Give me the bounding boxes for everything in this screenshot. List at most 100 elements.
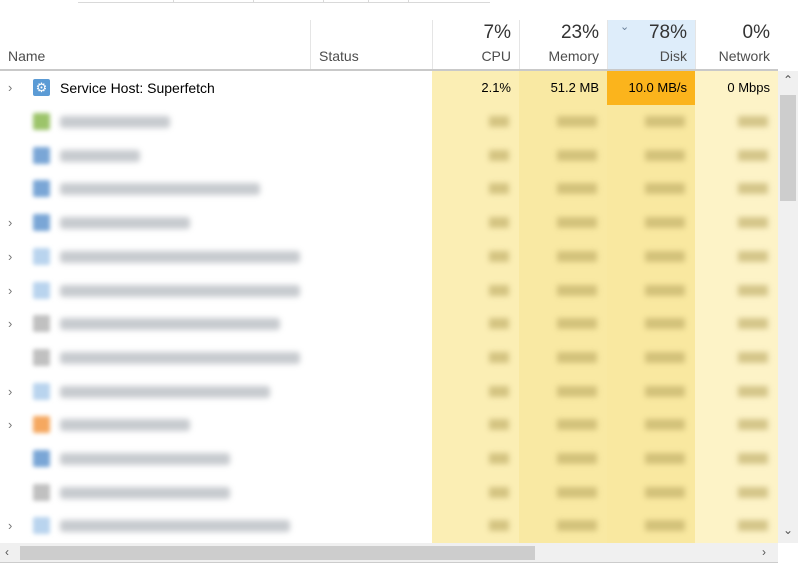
- value-cell-redacted: [432, 172, 519, 207]
- column-memory[interactable]: 23% Memory: [519, 20, 607, 69]
- value-cell-redacted: [695, 273, 778, 308]
- process-name-redacted: [60, 520, 290, 533]
- horizontal-scrollbar[interactable]: ‹ ›: [0, 543, 778, 563]
- cpu-percent: 7%: [483, 22, 511, 43]
- value-cell-redacted: [607, 239, 695, 274]
- value-cell-redacted: [519, 408, 607, 443]
- process-row[interactable]: ›: [0, 374, 778, 409]
- process-row[interactable]: ›: [0, 509, 778, 544]
- process-name-redacted: [60, 486, 230, 499]
- value-cell-redacted: [432, 138, 519, 173]
- process-row[interactable]: ›: [0, 408, 778, 443]
- disk-value: 10.0 MB/s: [607, 71, 695, 105]
- network-label: Network: [718, 48, 770, 64]
- value-cell-redacted: [607, 206, 695, 241]
- scroll-down-icon[interactable]: ⌄: [783, 523, 793, 537]
- value-cell-redacted: [695, 138, 778, 173]
- process-icon: [33, 382, 50, 400]
- value-cell-redacted: [695, 105, 778, 139]
- process-row[interactable]: ›: [0, 307, 778, 342]
- value-cell-redacted: [519, 509, 607, 544]
- value-cell-redacted: [607, 340, 695, 375]
- column-cpu[interactable]: 7% CPU: [432, 20, 519, 69]
- process-row[interactable]: [0, 340, 778, 375]
- process-name-redacted: [60, 385, 270, 398]
- vertical-scroll-thumb[interactable]: [780, 95, 796, 201]
- process-row[interactable]: ›: [0, 273, 778, 308]
- expand-chevron-icon[interactable]: ›: [8, 249, 12, 264]
- vertical-scrollbar[interactable]: ⌃ ⌄: [778, 71, 798, 543]
- value-cell-redacted: [519, 340, 607, 375]
- cpu-value: 2.1%: [432, 71, 519, 105]
- process-icon: [33, 416, 50, 434]
- value-cell-redacted: [432, 105, 519, 139]
- value-cell-redacted: [432, 374, 519, 409]
- value-cell-redacted: [519, 307, 607, 342]
- network-percent: 0%: [742, 22, 770, 43]
- scroll-left-icon[interactable]: ‹: [5, 545, 9, 559]
- sort-descending-icon: ⌄: [620, 21, 630, 33]
- memory-percent: 23%: [560, 22, 599, 43]
- process-icon: [33, 517, 50, 535]
- horizontal-scroll-thumb[interactable]: [20, 546, 535, 560]
- process-name-redacted: [60, 183, 260, 196]
- cpu-label: CPU: [481, 48, 511, 64]
- expand-chevron-icon[interactable]: ›: [8, 518, 12, 533]
- process-name-redacted: [60, 250, 300, 263]
- process-name: Service Host: Superfetch: [60, 80, 215, 96]
- value-cell-redacted: [519, 442, 607, 476]
- value-cell-redacted: [607, 408, 695, 443]
- process-row[interactable]: [0, 172, 778, 207]
- value-cell-redacted: [432, 442, 519, 476]
- memory-label: Memory: [548, 48, 599, 64]
- value-cell-redacted: [432, 239, 519, 274]
- value-cell-redacted: [607, 273, 695, 308]
- process-icon: [33, 247, 50, 265]
- value-cell-redacted: [607, 509, 695, 544]
- process-icon: [33, 483, 50, 501]
- value-cell-redacted: [695, 239, 778, 274]
- value-cell-redacted: [607, 475, 695, 510]
- process-name-redacted: [60, 284, 300, 297]
- process-row[interactable]: [0, 442, 778, 476]
- scroll-right-icon[interactable]: ›: [762, 545, 766, 559]
- column-status[interactable]: Status: [310, 20, 432, 69]
- expand-chevron-icon[interactable]: ›: [8, 80, 12, 95]
- tab-strip: [78, 0, 490, 3]
- value-cell-redacted: [432, 475, 519, 510]
- value-cell-redacted: [695, 509, 778, 544]
- value-cell-redacted: [607, 138, 695, 173]
- expand-chevron-icon[interactable]: ›: [8, 316, 12, 331]
- column-header: Name Status 7% CPU 23% Memory ⌄ 78% Disk 0% N…: [0, 20, 778, 71]
- expand-chevron-icon[interactable]: ›: [8, 384, 12, 399]
- process-row[interactable]: [0, 105, 778, 139]
- expand-chevron-icon[interactable]: ›: [8, 283, 12, 298]
- value-cell-redacted: [607, 307, 695, 342]
- process-row[interactable]: ›: [0, 239, 778, 274]
- column-disk[interactable]: ⌄ 78% Disk: [607, 20, 695, 69]
- process-row[interactable]: [0, 138, 778, 173]
- expand-chevron-icon[interactable]: ›: [8, 215, 12, 230]
- gear-icon: ⚙: [33, 79, 50, 96]
- scroll-up-icon[interactable]: ⌃: [783, 73, 793, 87]
- expand-chevron-icon[interactable]: ›: [8, 417, 12, 432]
- process-icon: [33, 450, 50, 467]
- value-cell-redacted: [607, 374, 695, 409]
- value-cell-redacted: [519, 475, 607, 510]
- column-network[interactable]: 0% Network: [695, 20, 778, 69]
- process-row[interactable]: › ⚙ Service Host: Superfetch 2.1% 51.2 M…: [0, 71, 778, 105]
- network-value: 0 Mbps: [695, 71, 778, 105]
- value-cell-redacted: [607, 172, 695, 207]
- process-name-redacted: [60, 149, 140, 162]
- value-cell-redacted: [519, 172, 607, 207]
- process-row[interactable]: ›: [0, 206, 778, 241]
- column-name[interactable]: Name: [0, 20, 310, 69]
- value-cell-redacted: [432, 273, 519, 308]
- process-name-redacted: [60, 453, 230, 465]
- process-row[interactable]: [0, 475, 778, 510]
- value-cell-redacted: [519, 374, 607, 409]
- process-icon: [33, 180, 50, 198]
- column-name-label: Name: [8, 48, 46, 64]
- value-cell-redacted: [432, 509, 519, 544]
- value-cell-redacted: [607, 105, 695, 139]
